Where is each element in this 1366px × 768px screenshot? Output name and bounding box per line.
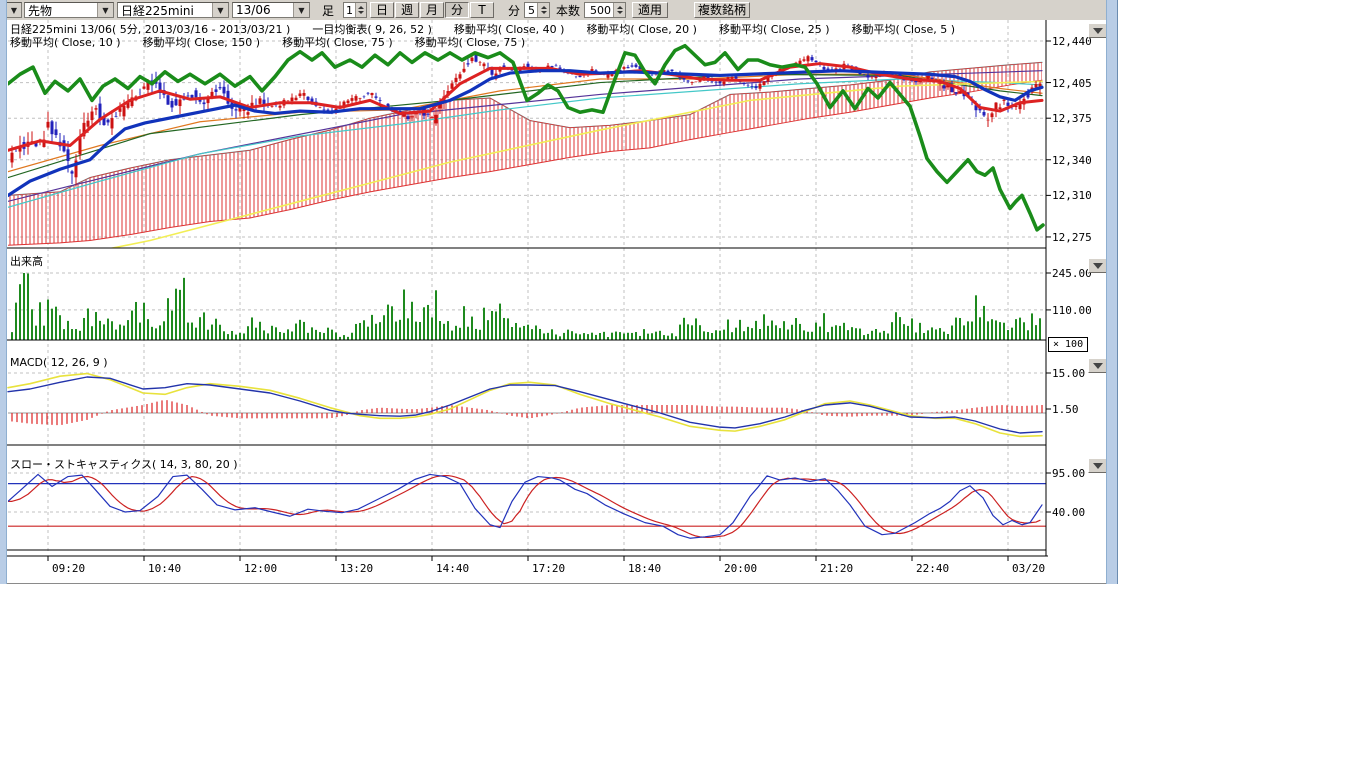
volume-multiplier-badge: × 100 (1048, 337, 1088, 352)
legend-item: 移動平均( Close, 75 ) (415, 36, 526, 49)
bars-value: 500 (590, 4, 611, 17)
legend-item: 移動平均( Close, 75 ) (282, 36, 393, 49)
time-axis-label: 14:40 (436, 562, 469, 575)
time-axis-label: 09:20 (52, 562, 85, 575)
ashi-count-spinner[interactable]: 1 (343, 2, 367, 18)
bars-spinner[interactable]: 500 (584, 2, 626, 18)
macd-pane-label: MACD( 12, 26, 9 ) (10, 356, 108, 369)
time-axis-label: 17:20 (532, 562, 565, 575)
volume-axis-label: 110.00 (1052, 304, 1092, 317)
volume-axis-label: 245.00 (1052, 267, 1092, 280)
legend-item: 移動平均( Close, 20 ) (586, 23, 697, 36)
price-axis-label: 12,340 (1052, 154, 1092, 167)
chart-area[interactable]: 日経225mini 13/06( 5分, 2013/03/16 - 2013/0… (0, 20, 1106, 583)
left-window-strip (0, 0, 7, 584)
period-button-週[interactable]: 週 (395, 2, 419, 18)
price-axis-label: 12,375 (1052, 112, 1092, 125)
time-axis-label: 10:40 (148, 562, 181, 575)
time-axis-label: 18:40 (628, 562, 661, 575)
minute-spinner[interactable]: 5 (524, 2, 550, 18)
volume-pane-label: 出来高 (10, 253, 43, 269)
symbol-value: 日経225mini (121, 2, 194, 19)
price-axis-label: 12,310 (1052, 189, 1092, 202)
ashi-label: 足 (322, 2, 334, 18)
bars-label: 本数 (556, 2, 580, 18)
legend-item: 移動平均( Close, 10 ) (10, 36, 121, 49)
axis-scale-dropdown-button[interactable] (1088, 458, 1107, 473)
stoch-pane-label: スロー・ストキャスティクス( 14, 3, 80, 20 ) (10, 456, 238, 472)
desktop: ▼ 先物 ▼ 日経225mini ▼ 13/06 ▼ 足 1 日週月分T 分 (0, 0, 1366, 768)
ashi-count-value: 1 (346, 4, 353, 17)
chevron-down-icon (1093, 263, 1103, 269)
chevron-down-icon (1093, 28, 1103, 34)
chevron-down-icon[interactable]: ▼ (293, 3, 309, 17)
minute-value: 5 (528, 4, 535, 17)
period-button-月[interactable]: 月 (420, 2, 444, 18)
chevron-down-icon[interactable]: ▼ (6, 3, 21, 17)
time-axis-label: 13:20 (340, 562, 373, 575)
chevron-down-icon (1093, 363, 1103, 369)
symbol-combo[interactable]: 日経225mini ▼ (117, 2, 229, 18)
time-axis-label: 20:00 (724, 562, 757, 575)
category-combo[interactable]: 先物 ▼ (24, 2, 114, 18)
period-button-T[interactable]: T (470, 2, 494, 18)
category-value: 先物 (28, 2, 52, 19)
multi-symbol-button[interactable]: 複数銘柄 (694, 2, 750, 18)
legend-item: 移動平均( Close, 25 ) (719, 23, 830, 36)
legend-row-2: 移動平均( Close, 10 ) 移動平均( Close, 150 ) 移動平均(… (10, 34, 547, 50)
apply-button[interactable]: 適用 (632, 2, 668, 18)
minute-label: 分 (508, 2, 520, 18)
contract-value: 13/06 (236, 3, 271, 17)
spinner-arrows-icon[interactable] (613, 3, 625, 17)
time-axis-label: 03/20 (1012, 562, 1045, 575)
legend-item: 移動平均( Close, 150 ) (143, 36, 261, 49)
chevron-down-icon[interactable]: ▼ (212, 3, 228, 17)
chevron-down-icon (1093, 463, 1103, 469)
chart-app-window: ▼ 先物 ▼ 日経225mini ▼ 13/06 ▼ 足 1 日週月分T 分 (0, 0, 1116, 584)
chart-canvas[interactable] (0, 20, 1106, 583)
price-axis-label: 12,440 (1052, 35, 1092, 48)
vertical-scrollbar[interactable] (1106, 0, 1118, 584)
window-bottom-edge (0, 583, 1116, 584)
axis-scale-dropdown-button[interactable] (1088, 358, 1107, 373)
macd-axis-label: 15.00 (1052, 367, 1085, 380)
price-axis-label: 12,275 (1052, 231, 1092, 244)
price-axis-label: 12,405 (1052, 77, 1092, 90)
period-button-group: 日週月分T (370, 2, 495, 18)
axis-scale-dropdown-button[interactable] (1088, 258, 1107, 273)
axis-scale-dropdown-button[interactable] (1088, 23, 1107, 38)
time-axis-label: 12:00 (244, 562, 277, 575)
chevron-down-icon[interactable]: ▼ (97, 3, 113, 17)
time-axis-label: 21:20 (820, 562, 853, 575)
time-axis-label: 22:40 (916, 562, 949, 575)
contract-combo[interactable]: 13/06 ▼ (232, 2, 310, 18)
spinner-arrows-icon[interactable] (537, 3, 549, 17)
stoch-axis-label: 40.00 (1052, 506, 1085, 519)
stoch-axis-label: 95.00 (1052, 467, 1085, 480)
macd-axis-label: 1.50 (1052, 403, 1079, 416)
period-button-日[interactable]: 日 (370, 2, 394, 18)
spinner-arrows-icon[interactable] (355, 3, 366, 17)
period-button-分[interactable]: 分 (445, 2, 469, 18)
legend-item: 移動平均( Close, 5 ) (852, 23, 956, 36)
toolbar: ▼ 先物 ▼ 日経225mini ▼ 13/06 ▼ 足 1 日週月分T 分 (0, 0, 1106, 21)
